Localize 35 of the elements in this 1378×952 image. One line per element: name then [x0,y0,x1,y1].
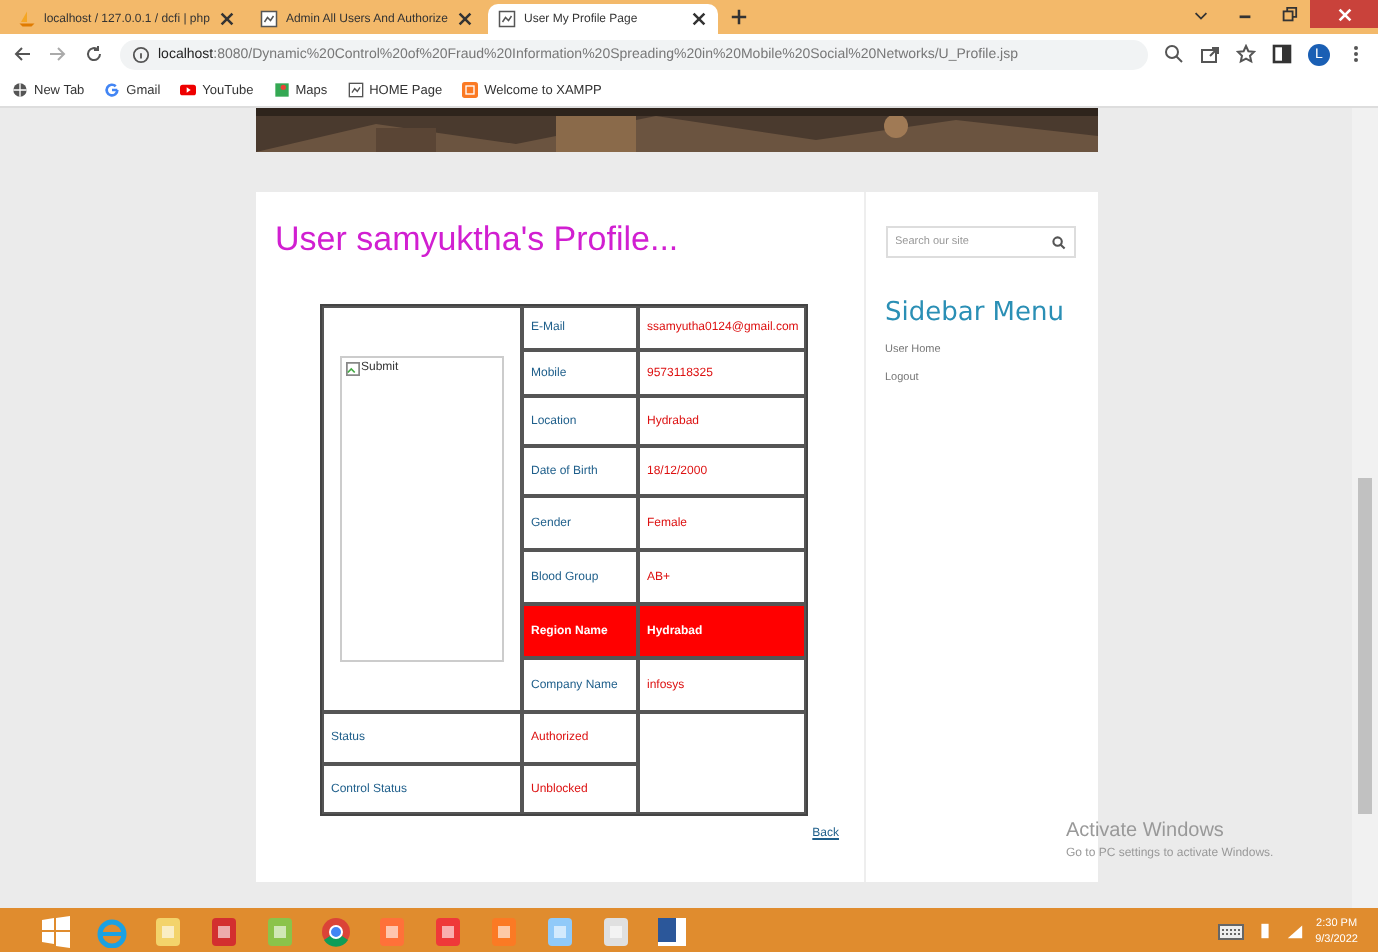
share-icon[interactable] [1200,44,1220,64]
restore-icon[interactable] [1279,5,1297,23]
g-letter-icon [104,82,121,98]
word-icon[interactable] [656,915,688,947]
profile-heading: User samyuktha's Profile... [275,220,681,260]
battery-icon[interactable] [1255,922,1274,940]
scrollbar[interactable] [1352,108,1378,908]
chrome-icon[interactable] [320,915,352,947]
plus-icon[interactable] [730,8,748,26]
reload-icon[interactable] [84,44,104,64]
search-icon[interactable] [1051,235,1065,249]
activation-title: Activate Windows [1066,820,1226,842]
close-icon [1335,5,1353,23]
sailboat-icon [18,10,36,28]
xampp-icon [462,82,479,98]
broken-image-icon [345,362,359,376]
map-icon [273,82,290,98]
close-icon[interactable] [690,10,708,28]
close-icon[interactable] [456,10,474,28]
zoom-icon[interactable] [1164,44,1184,64]
windows-start-icon[interactable] [40,915,72,947]
globe-icon [12,82,28,98]
keyboard-icon[interactable] [1217,923,1244,939]
play-icon [180,82,197,98]
signal-icon[interactable] [1285,922,1304,940]
page-icon [498,10,516,28]
close-button[interactable] [1310,0,1378,28]
sidebar-icon[interactable] [1272,44,1292,64]
close-icon[interactable] [217,10,236,28]
star-icon[interactable] [1236,44,1256,64]
back-arrow-icon[interactable] [12,44,32,64]
info-icon[interactable] [132,45,150,63]
page-icon [259,10,278,28]
sidebar-title: Sidebar Menu [885,298,1067,328]
page-icon [347,82,364,98]
